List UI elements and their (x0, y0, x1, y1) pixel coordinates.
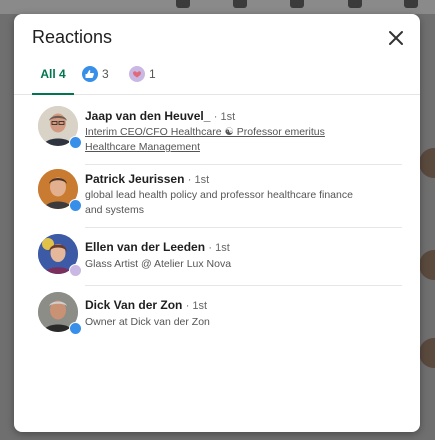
list-item[interactable]: Jaap van den Heuvel_ · 1st Interim CEO/C… (14, 94, 420, 156)
close-icon (389, 31, 403, 45)
reactor-name-line: Ellen van der Leeden · 1st (85, 240, 230, 254)
background-avatar (419, 338, 435, 368)
support-icon (129, 66, 145, 82)
reactor-name-line: Patrick Jeurissen · 1st (85, 172, 209, 186)
tab-like[interactable]: 3 (82, 54, 109, 94)
reactor-name-line: Dick Van der Zon · 1st (85, 298, 207, 312)
reactions-dialog: Reactions All 4 3 1 Jaap van den Heuvel_… (14, 14, 420, 432)
background-avatar (419, 148, 435, 178)
background-nav-icon (290, 0, 304, 8)
support-icon (69, 264, 82, 277)
connection-degree: · 1st (213, 111, 236, 123)
reactor-name[interactable]: Patrick Jeurissen (85, 172, 184, 186)
like-icon (69, 322, 82, 335)
reactor-name[interactable]: Ellen van der Leeden (85, 240, 205, 254)
connection-degree: · 1st (187, 174, 210, 186)
like-icon (69, 199, 82, 212)
dialog-title: Reactions (32, 27, 113, 47)
reactor-headline: global lead health policy and professor … (85, 189, 353, 216)
connection-degree: · 1st (208, 242, 230, 254)
reactor-headline[interactable]: Interim CEO/CFO Healthcare ☯ Professor e… (85, 125, 370, 155)
background-avatar (419, 250, 435, 280)
reactor-name-line: Jaap van den Heuvel_ · 1st (85, 109, 235, 123)
background-nav-bar (0, 0, 435, 14)
reactor-headline: Glass Artist @ Atelier Lux Nova (85, 258, 232, 270)
list-item[interactable]: Dick Van der Zon · 1st Owner at Dick van… (14, 286, 420, 344)
tab-all[interactable]: All 4 (32, 54, 74, 95)
background-nav-icon (404, 0, 418, 8)
reactor-name[interactable]: Jaap van den Heuvel_ (85, 109, 210, 123)
tab-all-label: All 4 (40, 67, 66, 81)
reaction-tabs: All 4 3 1 (14, 54, 420, 95)
reactor-name[interactable]: Dick Van der Zon (85, 298, 182, 312)
like-icon (69, 136, 82, 149)
tab-support[interactable]: 1 (129, 54, 156, 94)
list-item[interactable]: Patrick Jeurissen · 1st global lead heal… (14, 165, 420, 227)
list-item[interactable]: Ellen van der Leeden · 1st Glass Artist … (14, 228, 420, 286)
tab-like-count: 3 (102, 67, 109, 81)
background-nav-icon (348, 0, 362, 8)
close-button[interactable] (384, 26, 408, 50)
background-nav-icon (233, 0, 247, 8)
like-icon (82, 66, 98, 82)
connection-degree: · 1st (185, 300, 208, 312)
reactor-headline: Owner at Dick van der Zon (85, 316, 210, 328)
background-nav-icon (176, 0, 190, 8)
tab-support-count: 1 (149, 67, 156, 81)
